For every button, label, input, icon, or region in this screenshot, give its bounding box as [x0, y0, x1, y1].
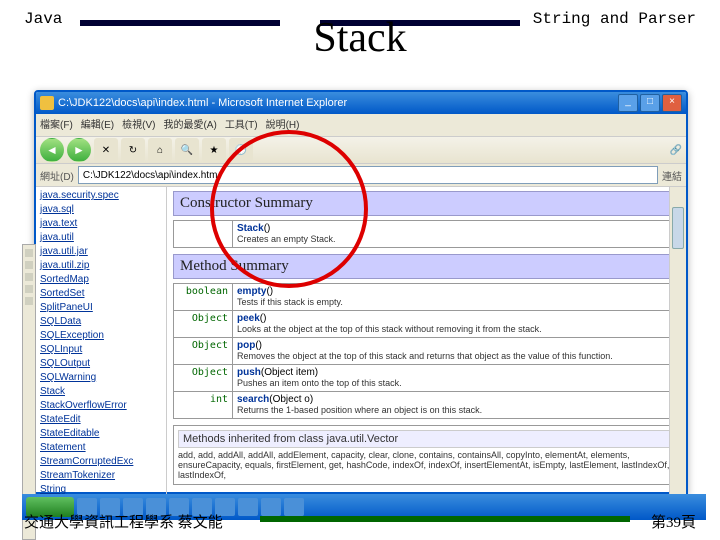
- sidebar-link[interactable]: SortedMap: [40, 273, 162, 287]
- title-bar[interactable]: C:\JDK122\docs\api\index.html - Microsof…: [36, 92, 686, 114]
- sidebar-link[interactable]: SQLException: [40, 329, 162, 343]
- menu-fav[interactable]: 我的最愛(A): [163, 116, 216, 134]
- close-button[interactable]: ×: [662, 94, 682, 112]
- sidebar-link[interactable]: java.security.spec: [40, 189, 162, 203]
- sidebar-link[interactable]: StackOverflowError: [40, 399, 162, 413]
- home-button[interactable]: ⌂: [148, 138, 172, 162]
- sidebar-link[interactable]: Statement: [40, 441, 162, 455]
- constructor-heading: Constructor Summary: [173, 191, 680, 216]
- vector-link[interactable]: Vector: [367, 433, 398, 445]
- address-input[interactable]: [78, 166, 658, 184]
- sidebar-link[interactable]: SQLOutput: [40, 357, 162, 371]
- sidebar[interactable]: java.security.specjava.sqljava.textjava.…: [36, 187, 167, 497]
- stop-button[interactable]: ✕: [94, 138, 118, 162]
- slide: Java String and Parser Stack C:\JDK122\d…: [0, 0, 720, 540]
- window-title: C:\JDK122\docs\api\index.html - Microsof…: [58, 97, 618, 109]
- ie-icon: [40, 96, 54, 110]
- method-link[interactable]: push: [237, 367, 261, 378]
- menu-edit[interactable]: 編輯(E): [81, 116, 114, 134]
- refresh-button[interactable]: ↻: [121, 138, 145, 162]
- footer-bar: [260, 516, 630, 522]
- sidebar-link[interactable]: java.sql: [40, 203, 162, 217]
- sidebar-link[interactable]: SQLWarning: [40, 371, 162, 385]
- toolbar-right: 🔗: [670, 145, 682, 156]
- menu-view[interactable]: 檢視(V): [122, 116, 155, 134]
- favorites-button[interactable]: ★: [202, 138, 226, 162]
- search-button[interactable]: 🔍: [175, 138, 199, 162]
- toolbar: ◄ ► ✕ ↻ ⌂ 🔍 ★ 🕘 🔗: [36, 137, 686, 164]
- sidebar-link[interactable]: StateEditable: [40, 427, 162, 441]
- menu-help[interactable]: 說明(H): [266, 116, 300, 134]
- sidebar-link[interactable]: SQLData: [40, 315, 162, 329]
- scroll-thumb[interactable]: [672, 207, 684, 249]
- sidebar-link[interactable]: java.util.jar: [40, 245, 162, 259]
- sidebar-link[interactable]: java.util: [40, 231, 162, 245]
- scrollbar[interactable]: [669, 187, 686, 497]
- inherited-heading: Methods inherited from class java.util.V…: [178, 430, 675, 448]
- back-button[interactable]: ◄: [40, 138, 64, 162]
- sidebar-link[interactable]: StreamCorruptedExc: [40, 455, 162, 469]
- footer-left: 交通大學資訊工程學系 蔡文能: [24, 511, 223, 532]
- menu-file[interactable]: 檔案(F): [40, 116, 73, 134]
- sidebar-link[interactable]: StreamTokenizer: [40, 469, 162, 483]
- address-label: 網址(D): [40, 168, 74, 183]
- links-label[interactable]: 連結: [662, 168, 682, 183]
- method-table: booleanempty()Tests if this stack is emp…: [173, 283, 680, 419]
- method-link[interactable]: peek: [237, 313, 260, 324]
- constructor-table: Stack()Creates an empty Stack.: [173, 220, 680, 248]
- inherited-list: add, add, addAll, addAll, addElement, ca…: [178, 450, 669, 480]
- minimize-button[interactable]: _: [618, 94, 638, 112]
- sidebar-link[interactable]: StateEdit: [40, 413, 162, 427]
- method-link[interactable]: pop: [237, 340, 255, 351]
- browser-window: C:\JDK122\docs\api\index.html - Microsof…: [34, 90, 688, 494]
- method-heading: Method Summary: [173, 254, 680, 279]
- menu-tools[interactable]: 工具(T): [225, 116, 258, 134]
- method-link[interactable]: search: [237, 394, 269, 405]
- slide-title: Stack: [0, 14, 720, 62]
- sidebar-link[interactable]: SortedSet: [40, 287, 162, 301]
- method-link[interactable]: empty: [237, 286, 266, 297]
- content-area: java.security.specjava.sqljava.textjava.…: [36, 187, 686, 497]
- footer-right: 第39頁: [651, 511, 696, 532]
- forward-button[interactable]: ►: [67, 138, 91, 162]
- history-button[interactable]: 🕘: [229, 138, 253, 162]
- sidebar-link[interactable]: java.util.zip: [40, 259, 162, 273]
- sidebar-link[interactable]: java.text: [40, 217, 162, 231]
- sidebar-link[interactable]: Stack: [40, 385, 162, 399]
- maximize-button[interactable]: □: [640, 94, 660, 112]
- address-bar: 網址(D) 連結: [36, 164, 686, 187]
- main-panel: Constructor Summary Stack()Creates an em…: [167, 187, 686, 497]
- menu-bar: 檔案(F) 編輯(E) 檢視(V) 我的最愛(A) 工具(T) 說明(H): [36, 114, 686, 137]
- sidebar-link[interactable]: SQLInput: [40, 343, 162, 357]
- inherited-block: Methods inherited from class java.util.V…: [173, 425, 680, 485]
- sidebar-link[interactable]: SplitPaneUI: [40, 301, 162, 315]
- constructor-link[interactable]: Stack: [237, 223, 264, 234]
